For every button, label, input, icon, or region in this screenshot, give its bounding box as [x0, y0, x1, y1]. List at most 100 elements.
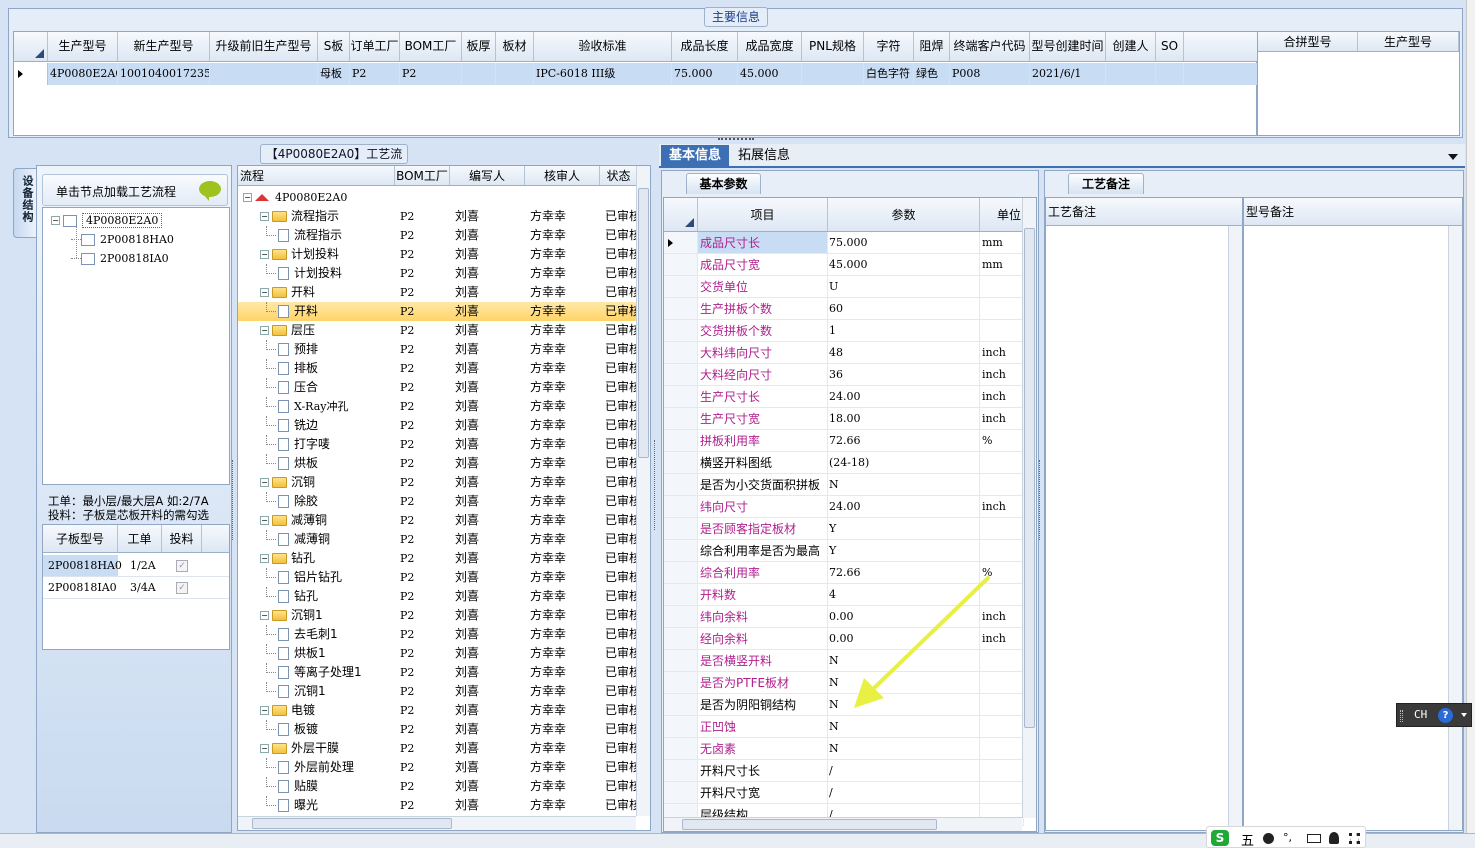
flow-vscroll-thumb[interactable] — [638, 188, 649, 458]
tab-basic-info[interactable]: 基本信息 — [661, 145, 730, 167]
flow-row[interactable]: 烘板 P2 刘喜 方幸幸 已审核 — [238, 454, 638, 473]
flow-row[interactable]: 除胶 P2 刘喜 方幸幸 已审核 — [238, 492, 638, 511]
load-flow-hint[interactable]: 单击节点加载工艺流程 — [42, 174, 228, 206]
flow-row[interactable]: − 沉铜1 P2 刘喜 方幸幸 已审核 — [238, 606, 638, 625]
param-value-field[interactable]: 75.000 — [828, 232, 980, 253]
params-hscroll-thumb[interactable] — [682, 819, 937, 830]
param-value-field[interactable]: 72.66 — [828, 430, 980, 451]
main-col-header[interactable]: BOM工厂 — [400, 32, 462, 61]
main-col-header[interactable]: 订单工厂 — [350, 32, 400, 61]
param-value-field[interactable]: 45.000 — [828, 254, 980, 275]
main-col-header[interactable]: SO — [1156, 32, 1184, 61]
flow-row[interactable]: 减薄铜 P2 刘喜 方幸幸 已审核 — [238, 530, 638, 549]
main-cell[interactable]: 4P0080E2A0 — [48, 63, 118, 85]
flow-row[interactable]: − 电镀 P2 刘喜 方幸幸 已审核 — [238, 701, 638, 720]
flow-row[interactable]: 曝光 P2 刘喜 方幸幸 已审核 — [238, 796, 638, 815]
param-value-field[interactable]: Y — [828, 518, 980, 539]
param-value-field[interactable]: / — [828, 760, 980, 781]
collapse-icon[interactable]: − — [260, 212, 269, 221]
param-value-field[interactable]: N — [828, 474, 980, 495]
collapse-icon[interactable]: − — [260, 611, 269, 620]
main-cell[interactable]: P2 — [400, 63, 462, 85]
flow-row[interactable]: 压合 P2 刘喜 方幸幸 已审核 — [238, 378, 638, 397]
param-row[interactable]: 交货单位 U — [664, 276, 1024, 298]
feed-checkbox[interactable]: ✓ — [162, 555, 202, 576]
main-cell[interactable] — [1106, 63, 1156, 85]
flow-row[interactable]: 烘板1 P2 刘喜 方幸幸 已审核 — [238, 644, 638, 663]
main-cell[interactable] — [1156, 63, 1184, 85]
flow-vscroll[interactable] — [636, 166, 650, 816]
collapse-icon[interactable]: − — [260, 478, 269, 487]
flow-row[interactable]: X-Ray冲孔 P2 刘喜 方幸幸 已审核 — [238, 397, 638, 416]
param-row[interactable]: 大料纬向尺寸 48 inch — [664, 342, 1024, 364]
main-cell[interactable] — [496, 63, 534, 85]
flow-row[interactable]: − 计划投料 P2 刘喜 方幸幸 已审核 — [238, 245, 638, 264]
flow-row[interactable]: − 外层干膜 P2 刘喜 方幸幸 已审核 — [238, 739, 638, 758]
flow-row[interactable]: 板镀 P2 刘喜 方幸幸 已审核 — [238, 720, 638, 739]
sub-board-row[interactable]: 2P00818IA0 3/4A ✓ — [43, 577, 229, 599]
flow-row[interactable]: 排板 P2 刘喜 方幸幸 已审核 — [238, 359, 638, 378]
param-row[interactable]: 无卤素 N — [664, 738, 1024, 760]
process-notes-vscroll[interactable] — [1228, 226, 1242, 830]
main-col-header[interactable]: 验收标准 — [534, 32, 672, 61]
flow-hscroll-thumb[interactable] — [252, 818, 452, 829]
main-col-header[interactable]: 型号创建时间 — [1030, 32, 1106, 61]
splitter-middle[interactable] — [654, 440, 659, 530]
collapse-icon[interactable]: − — [260, 288, 269, 297]
basic-params-grid[interactable]: 项目 参数 单位 成品尺寸长 75.000 mm 成品尺寸宽 45.000 mm 交货单位 U… — [663, 197, 1037, 832]
param-value-field[interactable]: / — [828, 782, 980, 803]
param-row[interactable]: 是否为小交货面积拼板 N — [664, 474, 1024, 496]
main-cell[interactable]: 75.000 — [672, 63, 738, 85]
flow-row[interactable]: 计划投料 P2 刘喜 方幸幸 已审核 — [238, 264, 638, 283]
flow-row[interactable]: 外层前处理 P2 刘喜 方幸幸 已审核 — [238, 758, 638, 777]
help-icon[interactable]: ? — [1438, 708, 1453, 723]
main-info-row[interactable]: 4P0080E2A0 10010400172357 母板 P2 P2 IPC-6018 I… — [14, 63, 1257, 85]
collapse-icon[interactable]: − — [260, 250, 269, 259]
param-row[interactable]: 成品尺寸长 75.000 mm — [664, 232, 1024, 254]
board-tree-root[interactable]: − 4P0080E2A0 — [51, 211, 163, 230]
param-value-field[interactable]: 48 — [828, 342, 980, 363]
feed-checkbox[interactable]: ✓ — [162, 577, 202, 598]
flow-row[interactable]: 贴膜 P2 刘喜 方幸幸 已审核 — [238, 777, 638, 796]
param-value-field[interactable]: 60 — [828, 298, 980, 319]
collapse-icon[interactable]: − — [243, 193, 252, 202]
main-cell[interactable] — [462, 63, 496, 85]
flow-row[interactable]: − 钻孔 P2 刘喜 方幸幸 已审核 — [238, 549, 638, 568]
main-cell[interactable]: P2 — [350, 63, 400, 85]
main-cell[interactable]: 母板 — [318, 63, 350, 85]
main-cell[interactable]: 45.000 — [738, 63, 802, 85]
collapse-icon[interactable]: − — [260, 516, 269, 525]
main-col-header[interactable]: 成品宽度 — [738, 32, 802, 61]
flow-row[interactable]: 去毛刺1 P2 刘喜 方幸幸 已审核 — [238, 625, 638, 644]
tab-basic-params[interactable]: 基本参数 — [686, 173, 761, 194]
main-cell[interactable]: 白色字符 — [864, 63, 914, 85]
flow-row[interactable]: 开料 P2 刘喜 方幸幸 已审核 — [238, 302, 638, 321]
param-row[interactable]: 横竖开料图纸 (24-18) — [664, 452, 1024, 474]
param-row[interactable]: 开料尺寸长 / — [664, 760, 1024, 782]
main-cell[interactable]: 10010400172357 — [118, 63, 210, 85]
board-tree-child-1[interactable]: 2P00818HA0 — [71, 230, 174, 249]
flow-row[interactable]: 铣边 P2 刘喜 方幸幸 已审核 — [238, 416, 638, 435]
param-row[interactable]: 拼板利用率 72.66% — [664, 430, 1024, 452]
main-info-grid[interactable]: 生产型号 新生产型号 升级前旧生产型号 S板 订单工厂 BOM工厂 板厚 板材 验收标准 成品长度… — [13, 31, 1258, 136]
flow-row[interactable]: − 层压 P2 刘喜 方幸幸 已审核 — [238, 321, 638, 340]
flow-hscroll[interactable] — [238, 816, 636, 830]
param-row[interactable]: 是否顾客指定板材 Y — [664, 518, 1024, 540]
main-cell[interactable]: 绿色 — [914, 63, 950, 85]
flow-row[interactable]: − 减薄铜 P2 刘喜 方幸幸 已审核 — [238, 511, 638, 530]
flow-row[interactable]: − 沉铜 P2 刘喜 方幸幸 已审核 — [238, 473, 638, 492]
tab-dropdown-icon[interactable] — [1448, 154, 1458, 160]
flow-row[interactable]: 流程指示 P2 刘喜 方幸幸 已审核 — [238, 226, 638, 245]
main-cell[interactable]: IPC-6018 III级 — [534, 63, 672, 85]
process-notes-box[interactable]: 工艺备注 — [1045, 197, 1243, 831]
main-col-header[interactable]: 新生产型号 — [118, 32, 210, 61]
main-col-header[interactable]: S板 — [318, 32, 350, 61]
flow-row[interactable]: − 开料 P2 刘喜 方幸幸 已审核 — [238, 283, 638, 302]
collapse-icon[interactable]: − — [260, 326, 269, 335]
sub-board-grid[interactable]: 子板型号 工单 投料 2P00818HA0 1/2A ✓ 2P00818IA0 … — [42, 524, 230, 650]
param-value-field[interactable]: 18.00 — [828, 408, 980, 429]
collapse-icon[interactable]: − — [51, 216, 60, 225]
param-row[interactable]: 交货拼板个数 1 — [664, 320, 1024, 342]
param-row[interactable]: 纬向尺寸 24.00 inch — [664, 496, 1024, 518]
main-col-header[interactable]: PNL规格 — [802, 32, 864, 61]
